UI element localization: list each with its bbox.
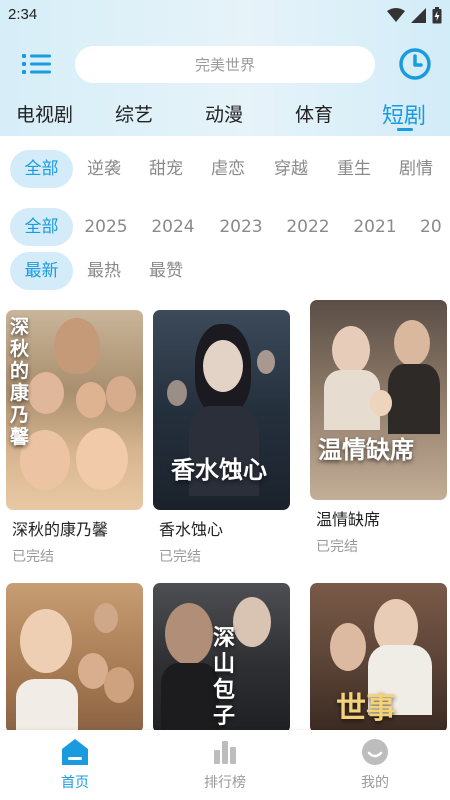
status-icons (387, 7, 442, 24)
drama-card[interactable]: 深山包子 (153, 583, 290, 733)
card-status: 已完结 (12, 549, 54, 565)
smiley-face-icon (362, 739, 388, 765)
poster-title-art: 深山包子 (213, 625, 236, 729)
year-chip[interactable]: 2021 (351, 208, 399, 246)
poster-image[interactable]: 深山包子 (153, 583, 290, 733)
nav-ranking[interactable]: 排行榜 (175, 738, 275, 792)
tab-short-drama[interactable]: 短剧 (382, 98, 426, 130)
poster-image[interactable]: 香水蚀心 (153, 310, 290, 510)
sort-chip-hottest[interactable]: 最热 (80, 252, 128, 290)
year-chip[interactable]: 2023 (217, 208, 265, 246)
nav-mine[interactable]: 我的 (325, 738, 425, 792)
bottom-nav: 首页 排行榜 我的 (0, 730, 450, 800)
drama-card[interactable]: 世事 (310, 583, 447, 733)
poster-image[interactable]: 温情缺席 (310, 300, 447, 500)
genre-chip[interactable]: 甜宠 (142, 150, 190, 188)
poster-title-art: 温情缺席 (318, 435, 414, 464)
active-tab-indicator (397, 128, 413, 131)
genre-chip[interactable]: 剧情 (392, 150, 440, 188)
nav-home-label: 首页 (61, 775, 89, 791)
tab-anime[interactable]: 动漫 (205, 100, 243, 127)
battery-icon (432, 7, 442, 24)
card-status: 已完结 (159, 549, 201, 565)
year-chip[interactable]: 2022 (284, 208, 332, 246)
genre-chip[interactable]: 重生 (330, 150, 378, 188)
drama-card[interactable]: 香水蚀心 香水蚀心 已完结 (153, 310, 290, 566)
card-title[interactable]: 深秋的康乃馨 (12, 516, 143, 540)
header: 完美世界 (0, 40, 450, 90)
year-chip[interactable]: 2024 (149, 208, 197, 246)
year-chip[interactable]: 20 (420, 208, 450, 246)
genre-chip-all[interactable]: 全部 (10, 150, 73, 188)
card-title[interactable]: 香水蚀心 (159, 516, 290, 540)
tab-tv-series[interactable]: 电视剧 (16, 100, 73, 127)
poster-image[interactable]: 深秋的康乃馨 (6, 310, 143, 510)
search-placeholder: 完美世界 (194, 56, 255, 74)
tab-sports[interactable]: 体育 (295, 100, 333, 127)
bar-chart-icon (214, 741, 236, 764)
poster-image[interactable]: 世事 (310, 583, 447, 733)
nav-ranking-label: 排行榜 (204, 775, 246, 791)
search-input[interactable]: 完美世界 (75, 46, 375, 83)
genre-chip[interactable]: 逆袭 (80, 150, 128, 188)
drama-card[interactable]: 深秋的康乃馨 深秋的康乃馨 已完结 (6, 310, 143, 566)
poster-title-art: 世事 (336, 691, 396, 726)
menu-icon[interactable] (22, 52, 52, 76)
history-clock-icon[interactable] (398, 47, 432, 81)
card-status: 已完结 (316, 539, 358, 555)
genre-chip[interactable]: 穿越 (267, 150, 315, 188)
sort-filter-row: 最新 最热 最赞 (0, 252, 450, 292)
nav-home[interactable]: 首页 (25, 738, 125, 792)
year-chip[interactable]: 2025 (82, 208, 130, 246)
status-time: 2:34 (8, 6, 38, 23)
nav-mine-label: 我的 (361, 775, 389, 791)
card-title[interactable]: 温情缺席 (316, 506, 447, 530)
status-bar: 2:34 (0, 0, 450, 32)
year-filter-row: 全部 2025 2024 2023 2022 2021 20 (0, 208, 450, 248)
sort-chip-most-liked[interactable]: 最赞 (142, 252, 190, 290)
signal-icon (411, 8, 426, 23)
genre-filter-row: 全部 逆袭 甜宠 虐恋 穿越 重生 剧情 (0, 150, 450, 190)
year-chip-all[interactable]: 全部 (10, 208, 73, 246)
drama-card[interactable] (6, 583, 143, 733)
genre-chip[interactable]: 虐恋 (204, 150, 252, 188)
tab-variety[interactable]: 综艺 (115, 100, 153, 127)
poster-image[interactable] (6, 583, 143, 733)
wifi-icon (387, 8, 405, 22)
poster-title-art: 深秋的康乃馨 (10, 316, 30, 448)
drama-card[interactable]: 温情缺席 温情缺席 已完结 (310, 300, 447, 556)
home-icon (62, 739, 88, 765)
category-tabs: 电视剧 综艺 动漫 体育 短剧 (0, 98, 450, 134)
sort-chip-newest[interactable]: 最新 (10, 252, 73, 290)
poster-title-art: 香水蚀心 (171, 455, 267, 484)
